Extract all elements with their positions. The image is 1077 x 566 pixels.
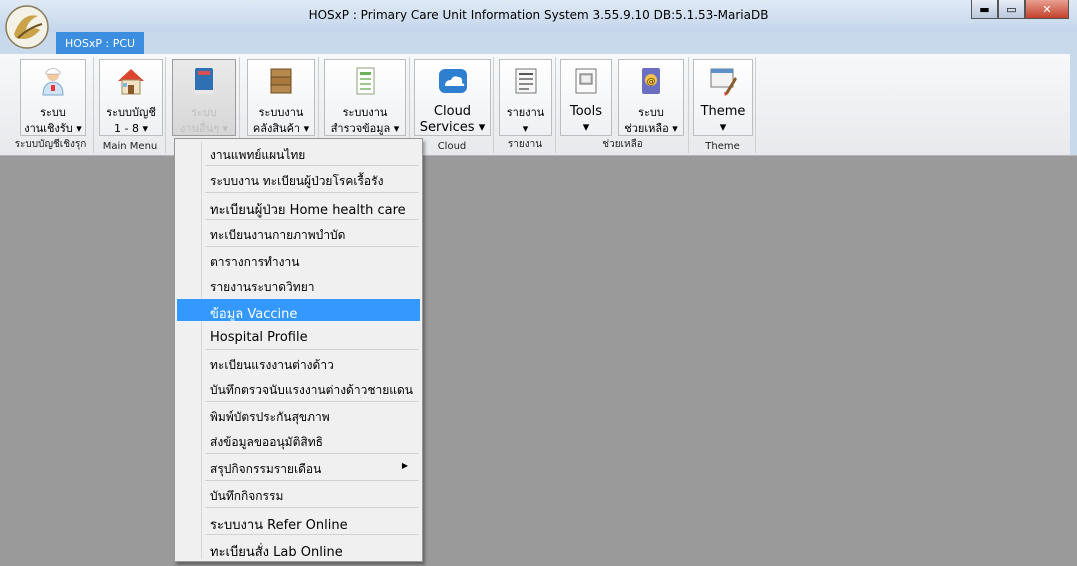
- group-main-menu: ระบบบัญชี 1 - 8 ▾ Main Menu: [95, 57, 166, 153]
- help-system-button[interactable]: @ ระบบ ช่วยเหลือ ▾: [618, 59, 684, 136]
- group-help: Tools ▾ @ ระบบ ช่วยเหลือ ▾ ช่วยเหลือ: [557, 57, 689, 153]
- maximize-icon: ▭: [1006, 2, 1017, 16]
- tools-label: Tools ▾: [569, 104, 603, 135]
- accounts-1-8-label: ระบบบัญชี 1 - 8 ▾: [106, 106, 156, 135]
- menu-item-monthly-summary[interactable]: สรุปกิจกรรมรายเดือน ▶: [177, 456, 420, 478]
- report-label: รายงาน ▾: [506, 106, 545, 135]
- menu-item-work-schedule[interactable]: ตารางการทำงาน: [177, 249, 420, 271]
- minimize-button[interactable]: ▬: [971, 0, 998, 19]
- window-title: HOSxP : Primary Care Unit Information Sy…: [308, 8, 769, 22]
- nurse-icon: [42, 68, 64, 96]
- title-bar: HOSxP : Primary Care Unit Information Sy…: [0, 0, 1077, 32]
- reactive-system-button[interactable]: ระบบ งานเชิงรับ ▾: [20, 59, 86, 136]
- maximize-button[interactable]: ▭: [998, 0, 1025, 19]
- group-label-report: รายงาน: [507, 139, 543, 150]
- close-icon: ✕: [1042, 2, 1052, 16]
- menu-item-border-worker-count[interactable]: บันทึกตรวจนับแรงงานต่างด้าวชายแดน: [177, 377, 420, 399]
- cloud-services-label: Cloud Services ▾: [419, 104, 486, 135]
- survey-system-button[interactable]: ระบบงาน สำรวจข้อมูล ▾: [324, 59, 406, 136]
- cloud-services-button[interactable]: Cloud Services ▾: [414, 59, 491, 136]
- group-label-help: ช่วยเหลือ: [602, 139, 643, 150]
- menu-item-activity-log[interactable]: บันทึกกิจกรรม: [177, 483, 420, 505]
- house-icon: [118, 69, 144, 95]
- menu-item-send-authorization[interactable]: ส่งข้อมูลขออนุมัติสิทธิ: [177, 429, 420, 451]
- group-label-proactive: ระบบบัญชีเชิงรุก: [14, 139, 87, 150]
- inventory-system-button[interactable]: ระบบงาน คลังสินค้า ▾: [247, 59, 315, 136]
- theme-icon: [710, 68, 737, 96]
- group-proactive: ระบบ งานเชิงรับ ▾ ระบบบัญชีเชิงรุก: [8, 57, 94, 153]
- cloud-icon: [438, 69, 467, 93]
- other-systems-menu: งานแพทย์แผนไทย ระบบงาน ทะเบียนผู้ป่วยโรค…: [174, 138, 423, 562]
- menu-item-lab-online[interactable]: ทะเบียนสั่ง Lab Online: [177, 537, 420, 560]
- menu-item-hospital-profile[interactable]: Hospital Profile: [177, 326, 420, 348]
- report-icon: [515, 68, 536, 94]
- menu-item-thai-medicine[interactable]: งานแพทย์แผนไทย: [177, 142, 420, 164]
- theme-button[interactable]: Theme ▾: [693, 59, 753, 136]
- menu-item-print-health-card[interactable]: พิมพ์บัตรประกันสุขภาพ: [177, 404, 420, 426]
- svg-text:@: @: [647, 77, 656, 87]
- menu-item-physiotherapy[interactable]: ทะเบียนงานกายภาพบำบัด: [177, 222, 420, 244]
- accounts-1-8-button[interactable]: ระบบบัญชี 1 - 8 ▾: [99, 59, 163, 136]
- ribbon: ระบบ งานเชิงรับ ▾ ระบบบัญชีเชิงรุก ระบบบ…: [0, 54, 1077, 156]
- group-report: รายงาน ▾ รายงาน: [495, 57, 556, 153]
- menu-item-home-health-care[interactable]: ทะเบียนผู้ป่วย Home health care: [177, 195, 420, 218]
- survey-system-label: ระบบงาน สำรวจข้อมูล ▾: [330, 106, 400, 135]
- help-icon: @: [642, 68, 660, 94]
- tab-hosxp-pcu[interactable]: HOSxP : PCU: [56, 32, 144, 54]
- book-icon: [195, 68, 213, 94]
- group-label-theme: Theme: [705, 141, 740, 152]
- group-label-main-menu: Main Menu: [102, 141, 158, 152]
- survey-icon: [356, 67, 375, 95]
- group-theme: Theme ▾ Theme: [690, 57, 756, 153]
- minimize-icon: ▬: [979, 2, 990, 16]
- other-systems-button[interactable]: ระบบ งานอื่นๆ ▾: [172, 59, 236, 136]
- tools-icon: [575, 68, 597, 94]
- tools-button[interactable]: Tools ▾: [560, 59, 612, 136]
- menu-item-foreign-workers[interactable]: ทะเบียนแรงงานต่างด้าว: [177, 352, 420, 374]
- close-button[interactable]: ✕: [1025, 0, 1069, 19]
- menu-item-epidemiology-report[interactable]: รายงานระบาดวิทยา: [177, 274, 420, 296]
- other-systems-label: ระบบ งานอื่นๆ ▾: [179, 106, 229, 135]
- submenu-arrow-icon: ▶: [401, 461, 408, 470]
- group-cloud: Cloud Services ▾ Cloud: [411, 57, 494, 153]
- inventory-system-label: ระบบงาน คลังสินค้า ▾: [252, 106, 310, 135]
- menu-item-refer-online[interactable]: ระบบงาน Refer Online: [177, 510, 420, 533]
- report-button[interactable]: รายงาน ▾: [499, 59, 552, 136]
- app-logo-icon[interactable]: [4, 4, 50, 50]
- boxes-icon: [270, 68, 292, 94]
- help-system-label: ระบบ ช่วยเหลือ ▾: [624, 106, 678, 135]
- tab-strip: HOSxP : PCU: [0, 32, 1077, 54]
- theme-label: Theme ▾: [700, 104, 746, 135]
- window-controls: ▬ ▭ ✕: [971, 0, 1069, 19]
- menu-item-chronic-disease[interactable]: ระบบงาน ทะเบียนผู้ป่วยโรคเรื้อรัง: [177, 168, 420, 190]
- group-label-cloud: Cloud: [437, 141, 467, 152]
- reactive-system-label: ระบบ งานเชิงรับ ▾: [24, 106, 82, 135]
- menu-item-vaccine[interactable]: ข้อมูล Vaccine: [177, 299, 420, 322]
